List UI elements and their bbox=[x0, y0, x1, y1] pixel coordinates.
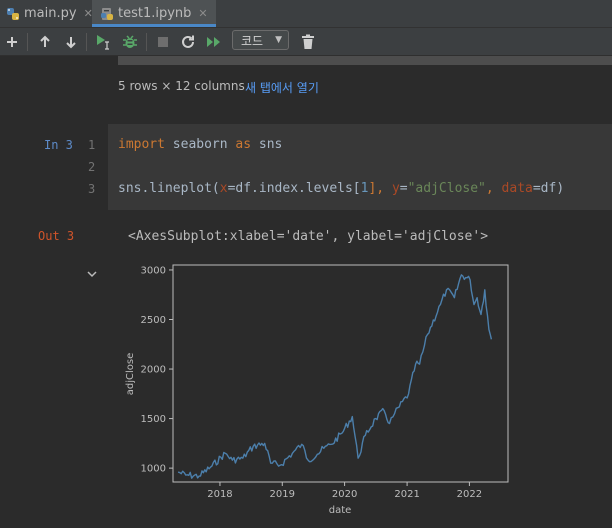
series-line bbox=[177, 274, 493, 479]
x-tick-label: 2018 bbox=[207, 489, 232, 500]
dataframe-size-info: 5 rows × 12 columns bbox=[118, 79, 245, 93]
code-token: , bbox=[485, 181, 502, 196]
code-line-3: sns.lineplot(x=df.index.levels[1], y="ad… bbox=[118, 181, 564, 196]
move-cell-up-button[interactable] bbox=[36, 33, 54, 51]
param-name: data bbox=[501, 181, 533, 196]
code-token: seaborn bbox=[164, 137, 236, 152]
tab-main-py[interactable]: main.py ✕ bbox=[6, 0, 93, 27]
run-all-icon bbox=[207, 37, 220, 47]
y-tick-label: 2000 bbox=[141, 365, 166, 376]
keyword: import bbox=[118, 137, 165, 152]
toolbar-separator bbox=[146, 33, 147, 51]
tab-label: main.py bbox=[24, 6, 77, 21]
code-token: = bbox=[399, 181, 408, 196]
x-axis-label: date bbox=[329, 505, 352, 516]
line-number: 3 bbox=[88, 182, 96, 196]
output-repr-text: <AxesSubplot:xlabel='date', ylabel='adjC… bbox=[128, 229, 489, 244]
x-tick-label: 2022 bbox=[457, 489, 482, 500]
interrupt-kernel-button[interactable] bbox=[154, 33, 172, 51]
debug-cell-button[interactable] bbox=[121, 33, 139, 51]
plot-area bbox=[172, 264, 509, 483]
chevron-down-icon bbox=[87, 271, 97, 278]
add-cell-button[interactable] bbox=[3, 33, 21, 51]
python-file-icon bbox=[6, 7, 20, 21]
tab-label: test1.ipynb bbox=[118, 6, 192, 21]
plus-icon bbox=[7, 37, 17, 47]
in-prompt: In 3 bbox=[44, 138, 73, 152]
x-tick-label: 2019 bbox=[270, 489, 295, 500]
x-tick-label: 2020 bbox=[332, 489, 357, 500]
code-token: ], bbox=[368, 181, 392, 196]
editor-tab-bar: main.py ✕ test1.ipynb ✕ bbox=[0, 0, 612, 28]
y-axis: 1000 1500 2000 2500 3000 bbox=[141, 265, 173, 475]
code-token: sns.lineplot( bbox=[118, 181, 220, 196]
arrow-down-icon bbox=[66, 37, 76, 49]
line-chart: 1000 1500 2000 2500 3000 2018 2019 2020 2021 202… bbox=[125, 264, 509, 516]
cell-type-label: 코드 bbox=[241, 33, 264, 48]
out-prompt: Out 3 bbox=[38, 229, 75, 243]
code-line-1: import seaborn as sns bbox=[118, 137, 282, 152]
toolbar-separator bbox=[27, 33, 28, 51]
notebook-file-icon bbox=[100, 7, 114, 21]
bug-icon bbox=[123, 35, 137, 48]
collapse-output-toggle[interactable] bbox=[86, 264, 98, 283]
y-tick-label: 2500 bbox=[141, 315, 166, 326]
tab-test1-ipynb[interactable]: test1.ipynb ✕ bbox=[92, 0, 216, 27]
restart-icon bbox=[182, 35, 194, 48]
toolbar-separator bbox=[86, 33, 87, 51]
y-axis-label: adjClose bbox=[125, 353, 136, 396]
chevron-down-icon: ▼ bbox=[275, 35, 283, 45]
y-tick-label: 1500 bbox=[141, 414, 166, 425]
previous-output-scrollbar[interactable] bbox=[118, 56, 612, 65]
code-token: =df) bbox=[532, 181, 565, 196]
param-name: x bbox=[219, 181, 228, 196]
string-literal: "adjClose" bbox=[407, 181, 486, 196]
stop-icon bbox=[158, 37, 168, 47]
move-cell-down-button[interactable] bbox=[62, 33, 80, 51]
open-in-new-tab-link[interactable]: 새 탭에서 열기 bbox=[245, 79, 319, 96]
run-cell-button[interactable] bbox=[95, 33, 115, 51]
y-tick-label: 1000 bbox=[141, 464, 166, 475]
notebook-toolbar: 코드 ▼ bbox=[0, 28, 612, 56]
keyword: as bbox=[235, 137, 252, 152]
restart-kernel-button[interactable] bbox=[179, 33, 197, 51]
run-all-button[interactable] bbox=[205, 33, 223, 51]
code-token: sns bbox=[251, 137, 283, 152]
arrow-up-icon bbox=[40, 35, 50, 47]
close-icon[interactable]: ✕ bbox=[198, 7, 207, 20]
x-axis: 2018 2019 2020 2021 2022 bbox=[207, 482, 482, 500]
line-number: 1 bbox=[88, 138, 96, 152]
y-tick-label: 3000 bbox=[141, 265, 166, 276]
param-name: y bbox=[391, 181, 400, 196]
cell-type-dropdown[interactable]: 코드 ▼ bbox=[232, 30, 289, 50]
delete-cell-button[interactable] bbox=[299, 33, 317, 51]
x-tick-label: 2021 bbox=[394, 489, 419, 500]
code-token: =df.index.levels[ bbox=[227, 181, 361, 196]
trash-icon bbox=[302, 34, 314, 49]
run-cursor-icon bbox=[97, 35, 109, 50]
line-number: 2 bbox=[88, 160, 96, 174]
